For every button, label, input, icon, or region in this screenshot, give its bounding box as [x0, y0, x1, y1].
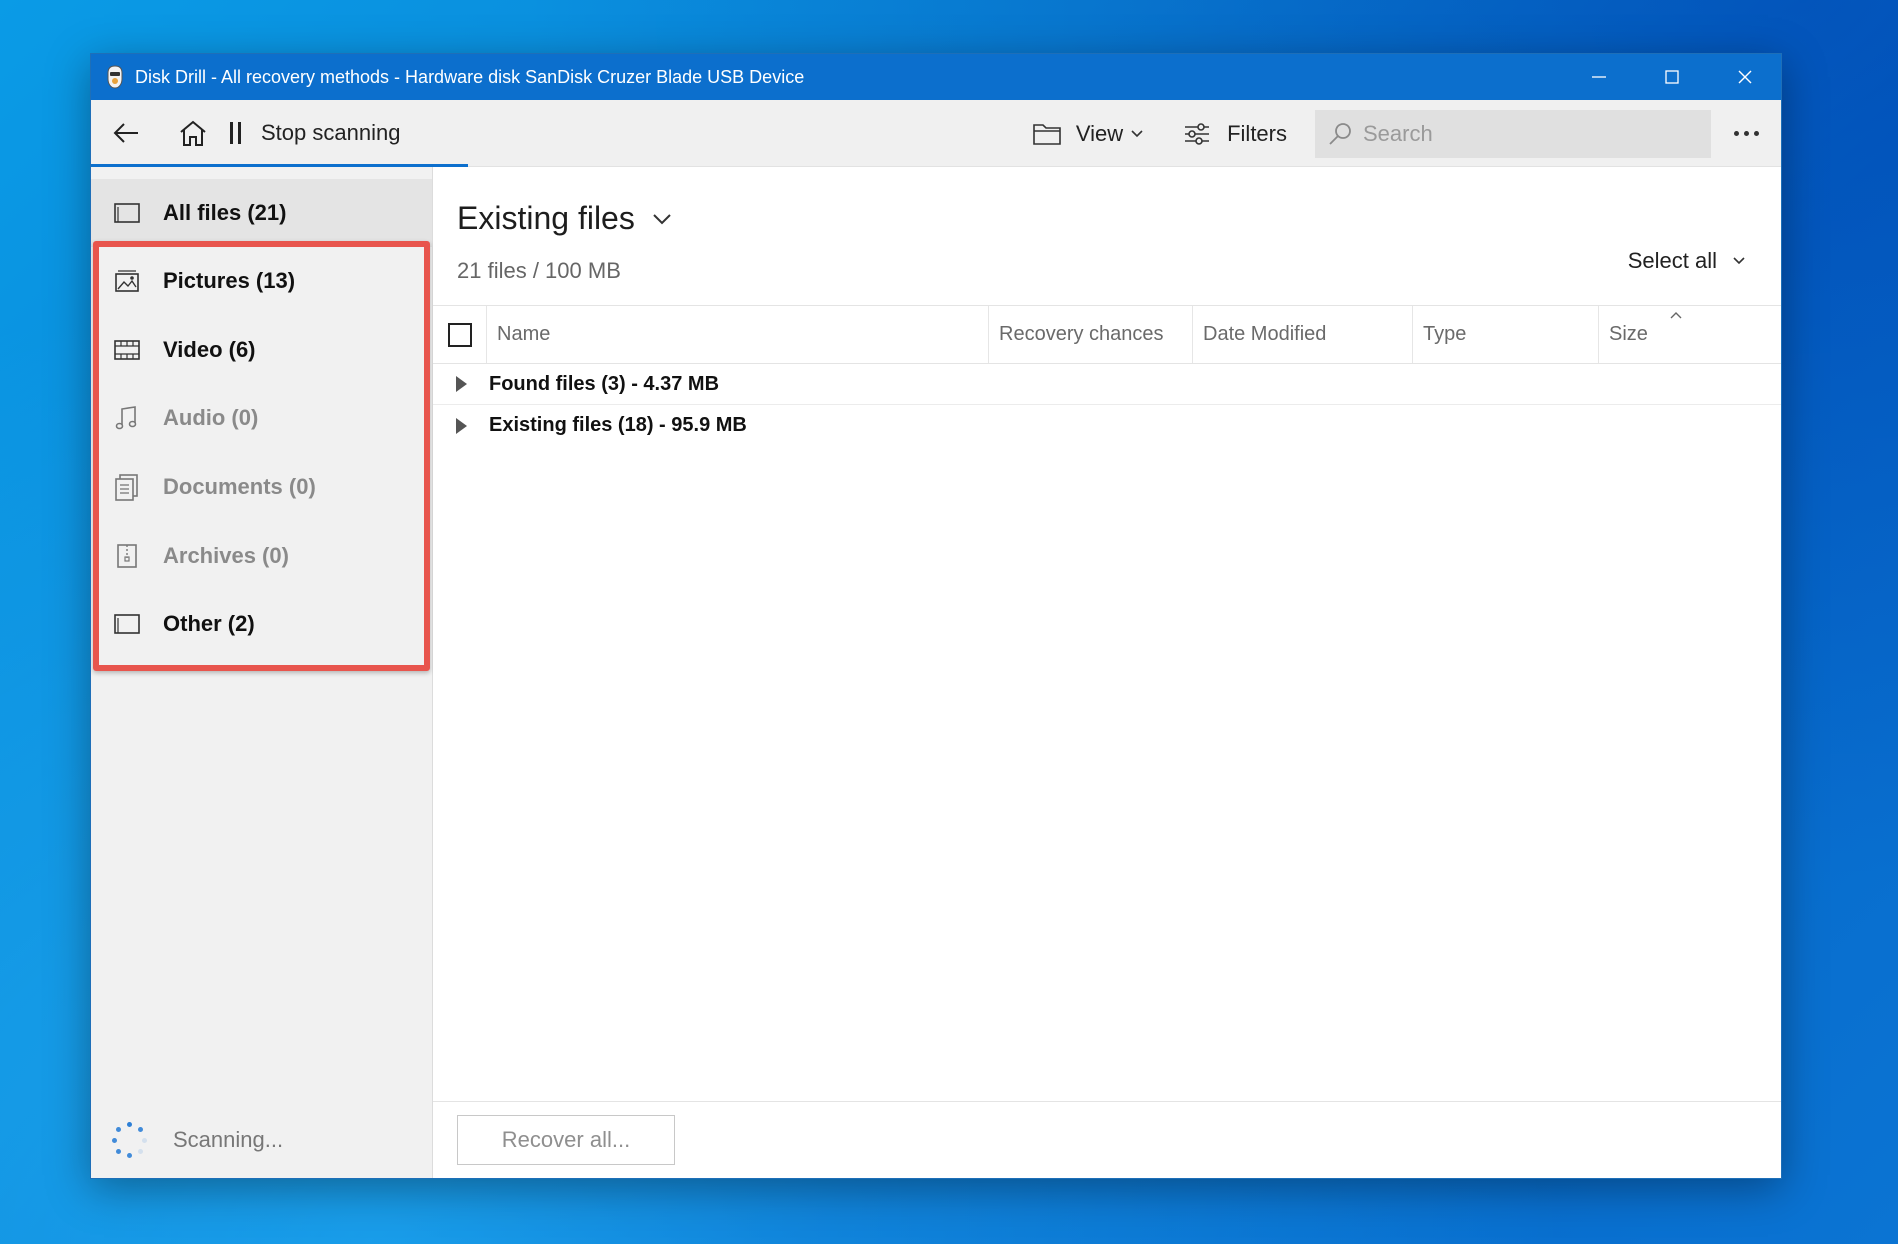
chevron-down-icon — [1131, 129, 1143, 137]
search-input[interactable] — [1363, 120, 1683, 147]
toolbar: Stop scanning View Filters Search — [91, 100, 1781, 167]
select-all-checkbox[interactable] — [447, 322, 472, 347]
more-options-button[interactable] — [1711, 105, 1781, 163]
more-dot-icon — [1753, 131, 1759, 136]
window-controls — [1562, 54, 1781, 100]
chevron-down-icon — [653, 213, 671, 224]
category-list: Pictures (13) Video (6) Audio (0) Docume… — [91, 247, 432, 659]
expand-arrow-icon[interactable] — [433, 417, 489, 435]
recover-all-button[interactable]: Recover all... — [457, 1115, 675, 1165]
column-header-type[interactable]: Type — [1413, 306, 1599, 363]
column-header-recovery-chances[interactable]: Recovery chances — [989, 306, 1193, 363]
sidebar-item-other[interactable]: Other (2) — [91, 590, 432, 659]
sliders-icon — [1185, 122, 1210, 145]
tree-row-existing-files[interactable]: Existing files (18) - 95.9 MB — [433, 405, 1781, 446]
archive-icon — [113, 542, 141, 570]
window-title: Disk Drill - All recovery methods - Hard… — [135, 66, 805, 87]
stop-scanning-label: Stop scanning — [261, 120, 401, 145]
scan-status: Scanning... — [109, 1120, 283, 1160]
search-box[interactable] — [1315, 109, 1711, 158]
minimize-icon — [1591, 76, 1606, 78]
home-button[interactable] — [164, 104, 222, 162]
column-header-size[interactable]: Size — [1599, 306, 1781, 363]
view-mode-dropdown[interactable]: Existing files — [457, 200, 673, 237]
sidebar-item-audio[interactable]: Audio (0) — [91, 384, 432, 453]
scan-status-label: Scanning... — [173, 1127, 284, 1152]
filters-button[interactable]: Filters — [1183, 121, 1287, 147]
app-window: Disk Drill - All recovery methods - Hard… — [90, 53, 1782, 1179]
main-panel: Existing files 21 files / 100 MB Select … — [433, 167, 1781, 1178]
toolbar-right: View Filters — [1032, 100, 1781, 167]
expand-arrow-icon[interactable] — [433, 375, 489, 393]
film-icon — [113, 336, 141, 364]
sidebar-item-video[interactable]: Video (6) — [91, 316, 432, 385]
maximize-icon — [1664, 70, 1679, 84]
sidebar-item-archives[interactable]: Archives (0) — [91, 521, 432, 590]
view-dropdown[interactable]: View — [1032, 121, 1145, 147]
music-note-icon — [113, 404, 141, 432]
pause-icon — [230, 122, 241, 144]
column-header-name[interactable]: Name — [487, 306, 989, 363]
all-files-icon — [113, 199, 141, 227]
sidebar-item-documents[interactable]: Documents (0) — [91, 453, 432, 522]
more-dot-icon — [1733, 131, 1739, 136]
tree-row-label: Found files (3) - 4.37 MB — [489, 372, 720, 395]
select-all-label: Select all — [1627, 248, 1717, 273]
page-title: Existing files — [457, 200, 635, 236]
close-button[interactable] — [1708, 54, 1781, 100]
more-dot-icon — [1743, 131, 1749, 136]
back-button[interactable] — [97, 104, 155, 162]
tree-row-found-files[interactable]: Found files (3) - 4.37 MB — [433, 364, 1781, 405]
files-summary: 21 files / 100 MB — [457, 258, 621, 283]
disk-drill-logo-icon — [107, 65, 123, 89]
document-icon — [113, 473, 141, 501]
footer-bar: Recover all... — [433, 1101, 1781, 1178]
tree-row-label: Existing files (18) - 95.9 MB — [489, 414, 747, 436]
other-file-icon — [113, 610, 141, 638]
home-icon — [180, 120, 206, 146]
search-icon — [1329, 122, 1351, 145]
main-header: Existing files 21 files / 100 MB Select … — [433, 167, 1781, 306]
sort-ascending-icon — [1670, 312, 1682, 319]
sidebar-item-label: Video (6) — [163, 336, 256, 362]
folder-icon — [1033, 123, 1061, 145]
sidebar-item-pictures[interactable]: Pictures (13) — [91, 247, 432, 316]
maximize-button[interactable] — [1635, 54, 1708, 100]
sidebar-item-label: Other (2) — [163, 611, 255, 637]
minimize-button[interactable] — [1562, 54, 1635, 100]
sidebar: All files (21) Pictures (13) Video (6) A… — [91, 167, 433, 1178]
table-header: Name Recovery chances Date Modified Type… — [433, 306, 1781, 364]
close-icon — [1738, 70, 1751, 84]
title-bar: Disk Drill - All recovery methods - Hard… — [91, 54, 1781, 100]
filters-label: Filters — [1227, 120, 1287, 146]
sidebar-item-label: Audio (0) — [163, 405, 259, 431]
back-arrow-icon — [113, 123, 138, 143]
stop-scanning-button[interactable]: Stop scanning — [230, 104, 400, 162]
chevron-down-icon — [1733, 257, 1745, 265]
view-label: View — [1075, 120, 1124, 146]
select-all-dropdown[interactable]: Select all — [1628, 248, 1747, 274]
sidebar-item-all-files[interactable]: All files (21) — [91, 179, 432, 247]
spinner-icon — [109, 1120, 149, 1160]
sidebar-item-label: Pictures (13) — [163, 268, 296, 294]
select-all-column — [433, 306, 487, 363]
picture-icon — [113, 267, 141, 295]
sidebar-item-label: Archives (0) — [163, 542, 289, 568]
content-area: All files (21) Pictures (13) Video (6) A… — [91, 167, 1781, 1178]
sidebar-item-label: Documents (0) — [163, 474, 316, 500]
column-header-date-modified[interactable]: Date Modified — [1193, 306, 1413, 363]
sidebar-item-label: All files (21) — [163, 200, 287, 225]
